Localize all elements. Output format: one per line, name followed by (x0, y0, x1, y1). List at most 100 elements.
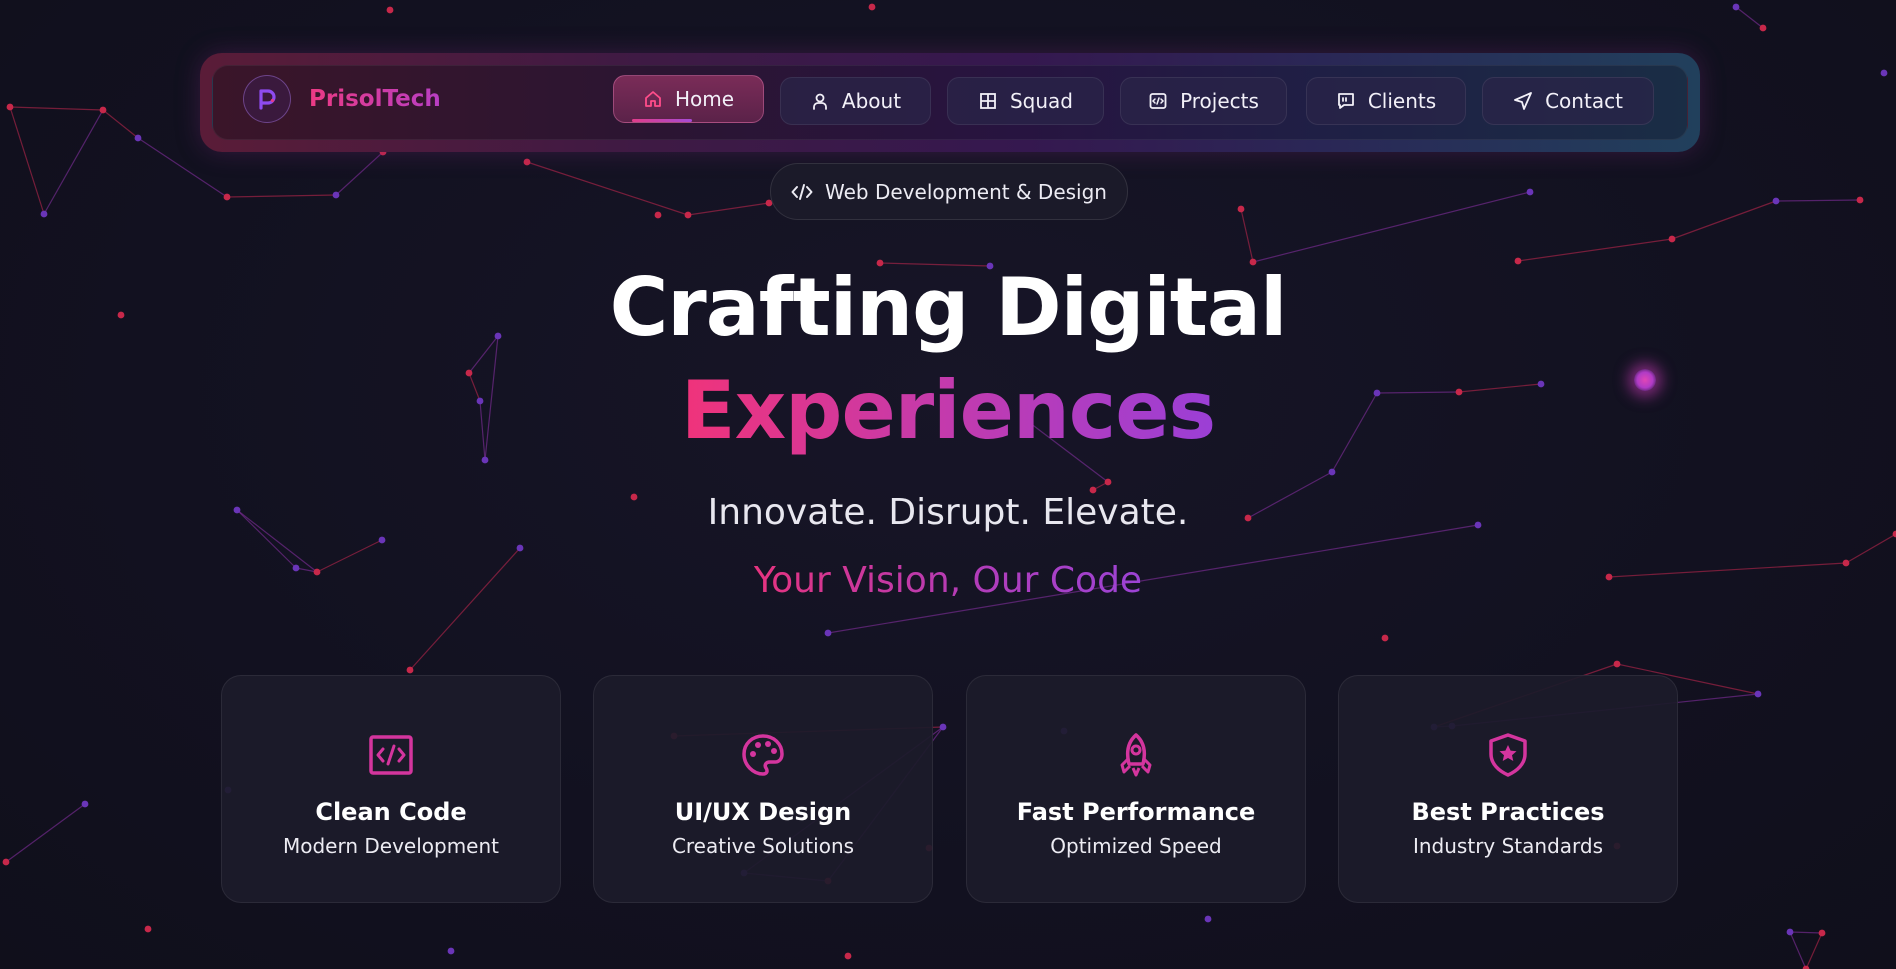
feature-card-best-practices: Best Practices Industry Standards (1338, 675, 1678, 903)
particle-dot (134, 134, 142, 142)
particle-dot (447, 947, 455, 955)
particle-dot (1772, 197, 1780, 205)
particle-link (43, 109, 104, 215)
category-badge: Web Development & Design (770, 163, 1128, 220)
nav-contact-label: Contact (1545, 89, 1623, 113)
particle-link (1789, 931, 1823, 934)
card-title: UI/UX Design (674, 798, 852, 826)
particle-dot (1237, 205, 1245, 213)
nav-contact[interactable]: Contact (1482, 77, 1654, 125)
card-subtitle: Creative Solutions (671, 834, 855, 858)
rocket-icon (967, 732, 1305, 778)
nav-clients[interactable]: Clients (1306, 77, 1466, 125)
card-subtitle: Modern Development (282, 834, 500, 858)
particle-dot (684, 211, 692, 219)
particle-link (1775, 199, 1861, 202)
nav-about-label: About (841, 89, 902, 113)
particle-link (335, 151, 384, 196)
badge-label: Web Development & Design (825, 179, 1107, 204)
particle-dot (1732, 3, 1740, 11)
nav-home[interactable]: Home (613, 75, 764, 123)
particle-dot (1613, 660, 1621, 668)
particle-dot (1328, 468, 1336, 476)
particle-dot (223, 193, 231, 201)
particle-dot (144, 925, 152, 933)
quote-message-icon (1336, 91, 1356, 111)
grid-icon (978, 91, 998, 111)
particle-dot (386, 6, 394, 14)
landing-page: PrisolTech Home About Squad Projects Cli… (0, 0, 1896, 969)
particle-dot (81, 800, 89, 808)
nav-projects[interactable]: Projects (1120, 77, 1287, 125)
nav-clients-label: Clients (1367, 89, 1437, 113)
particle-dot (1856, 196, 1864, 204)
particle-dot (99, 106, 107, 114)
particle-dot (523, 158, 531, 166)
particle-link (1789, 931, 1807, 969)
subtagline-text: Your Vision, Our Code (753, 560, 1143, 601)
particle-link (9, 106, 45, 215)
brand[interactable]: PrisolTech (243, 75, 441, 123)
card-title: Fast Performance (1016, 798, 1256, 826)
particle-link (102, 109, 139, 139)
particle-dot (516, 544, 524, 552)
particle-dot (1759, 24, 1767, 32)
particle-dot (1204, 915, 1212, 923)
hero-title-gradient-text: Experiences (680, 364, 1216, 457)
home-icon (643, 89, 663, 109)
particle-dot (1381, 634, 1389, 642)
code-file-icon (222, 732, 560, 778)
send-icon (1513, 91, 1533, 111)
particle-dot (378, 536, 386, 544)
particle-dot (1104, 478, 1112, 486)
code-window-icon (1148, 91, 1168, 111)
particle-link (1845, 533, 1896, 564)
nav-about[interactable]: About (780, 77, 931, 125)
card-title: Clean Code (315, 798, 467, 826)
particle-link (9, 106, 104, 111)
hero-title-line1: Crafting Digital (609, 261, 1288, 354)
feature-card-uiux-design: UI/UX Design Creative Solutions (593, 675, 933, 903)
particle-dot (824, 629, 832, 637)
user-icon (810, 91, 830, 111)
particle-link (1805, 932, 1823, 969)
nav-squad[interactable]: Squad (947, 77, 1104, 125)
code-icon (791, 183, 813, 201)
brand-name: PrisolTech (309, 86, 441, 112)
tagline: Innovate. Disrupt. Elevate. (707, 492, 1189, 533)
particle-link (1671, 200, 1777, 240)
hero-title-line2: Experiences (0, 361, 1896, 461)
p-logo-icon (243, 75, 291, 123)
particle-dot (406, 666, 414, 674)
particle-dot (844, 952, 852, 960)
feature-card-clean-code: Clean Code Modern Development (221, 675, 561, 903)
particle-dot (1818, 929, 1826, 937)
active-underline (632, 119, 692, 122)
particle-link (1240, 208, 1254, 263)
particle-dot (939, 723, 947, 731)
feature-card-fast-performance: Fast Performance Optimized Speed (966, 675, 1306, 903)
nav-home-label: Home (674, 87, 735, 111)
particle-dot (40, 210, 48, 218)
particle-dot (6, 103, 14, 111)
shield-star-icon (1339, 732, 1677, 778)
nav-projects-label: Projects (1180, 89, 1259, 113)
particle-dot (1802, 965, 1810, 969)
particle-dot (2, 858, 10, 866)
particle-dot (1786, 928, 1794, 936)
card-subtitle: Industry Standards (1412, 834, 1604, 858)
particle-dot (1668, 235, 1676, 243)
particle-link (5, 803, 86, 863)
particle-dot (1754, 690, 1762, 698)
particle-link (1252, 191, 1531, 263)
card-subtitle: Optimized Speed (1050, 834, 1222, 858)
particle-link (687, 202, 770, 216)
particle-dot (654, 211, 662, 219)
nav-squad-label: Squad (1009, 89, 1074, 113)
particle-dot (1880, 69, 1888, 77)
particle-link (1735, 6, 1764, 29)
particle-dot (1526, 188, 1534, 196)
subtagline: Your Vision, Our Code (0, 560, 1896, 601)
particle-link (526, 161, 689, 216)
particle-dot (332, 191, 340, 199)
